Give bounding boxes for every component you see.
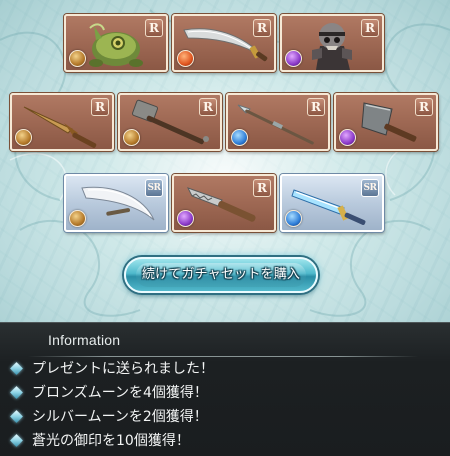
rarity-badge: R [415, 98, 433, 116]
earth-element-icon [15, 129, 32, 146]
information-panel: Information プレゼントに送られました！ ブロンズムーンを4個獲得！ … [0, 322, 450, 456]
diamond-bullet-icon [10, 362, 23, 375]
rarity-badge: R [145, 19, 163, 37]
water-element-icon [231, 129, 248, 146]
item-card[interactable]: R [226, 93, 330, 151]
rarity-badge: SR [145, 179, 163, 197]
rarity-badge: R [253, 19, 271, 37]
information-line: プレゼントに送られました！ [10, 360, 432, 380]
divider [28, 356, 418, 357]
gacha-result-screen: R R R R R R R SR R SR 続けてガチャセットを購入 Infor… [0, 0, 450, 456]
diamond-bullet-icon [10, 434, 23, 447]
button-label: 続けてガチャセットを購入 [141, 267, 301, 282]
information-text: プレゼントに送られました！ [32, 361, 214, 377]
information-text: 蒼光の御印を10個獲得！ [32, 433, 190, 449]
item-card[interactable]: R [118, 93, 222, 151]
earth-element-icon [69, 50, 86, 67]
rarity-badge: R [361, 19, 379, 37]
item-card[interactable]: R [64, 14, 168, 72]
item-card[interactable]: R [280, 14, 384, 72]
item-card[interactable]: SR [280, 174, 384, 232]
information-title: Information [48, 332, 121, 348]
information-text: シルバームーンを2個獲得！ [32, 409, 208, 425]
information-line: 蒼光の御印を10個獲得！ [10, 432, 432, 452]
rarity-badge: R [307, 98, 325, 116]
rarity-badge: R [91, 98, 109, 116]
information-line: シルバームーンを2個獲得！ [10, 408, 432, 428]
item-card[interactable]: R [172, 174, 276, 232]
continue-purchase-gacha-set-button[interactable]: 続けてガチャセットを購入 [124, 257, 318, 293]
earth-element-icon [69, 210, 86, 227]
rarity-badge: R [199, 98, 217, 116]
dark-element-icon [339, 129, 356, 146]
rarity-badge: R [253, 179, 271, 197]
item-card[interactable]: SR [64, 174, 168, 232]
item-card[interactable]: R [10, 93, 114, 151]
dark-element-icon [177, 210, 194, 227]
earth-element-icon [123, 129, 140, 146]
fire-element-icon [177, 50, 194, 67]
rarity-badge: SR [361, 179, 379, 197]
diamond-bullet-icon [10, 386, 23, 399]
item-card[interactable]: R [172, 14, 276, 72]
information-line: ブロンズムーンを4個獲得！ [10, 384, 432, 404]
water-element-icon [285, 210, 302, 227]
information-text: ブロンズムーンを4個獲得！ [32, 385, 208, 401]
diamond-bullet-icon [10, 410, 23, 423]
item-card[interactable]: R [334, 93, 438, 151]
dark-element-icon [285, 50, 302, 67]
